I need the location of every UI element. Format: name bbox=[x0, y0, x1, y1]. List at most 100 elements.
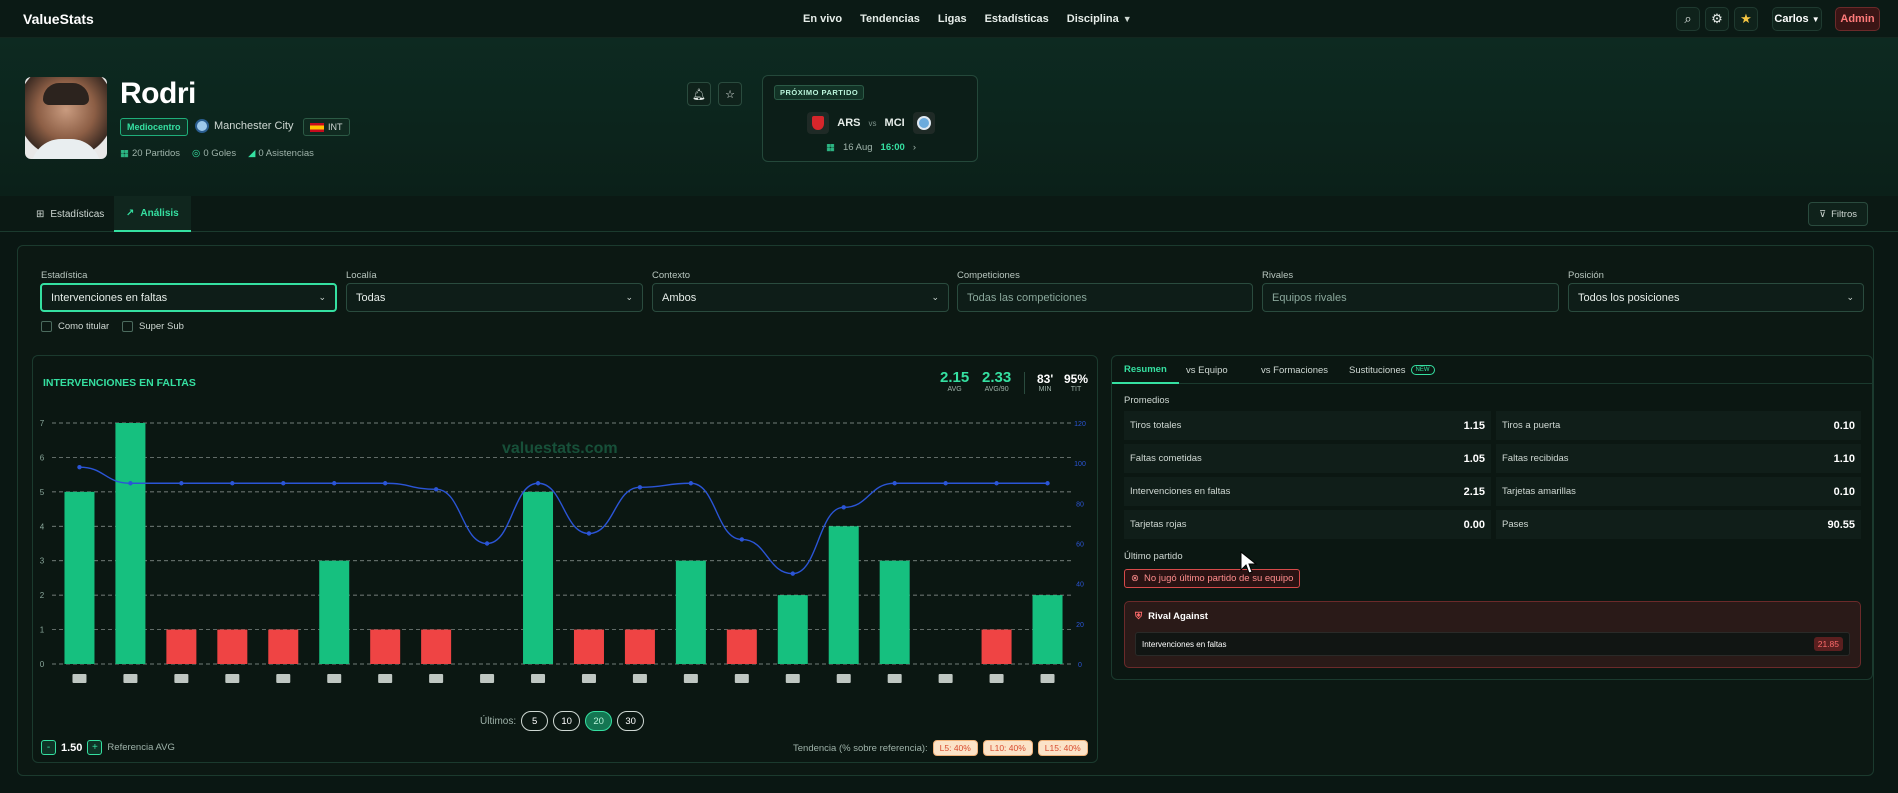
settings-button[interactable]: ⚙ bbox=[1705, 7, 1729, 31]
country-flag-icon bbox=[785, 674, 800, 683]
search-icon: ⌕ bbox=[1684, 11, 1692, 26]
tit-value: 95% bbox=[1064, 372, 1089, 386]
trend-point bbox=[688, 481, 694, 486]
goals-value: 0 Goles bbox=[203, 148, 237, 159]
tab-resumen[interactable]: Resumen bbox=[1112, 356, 1179, 384]
y-tick-label: 4 bbox=[40, 522, 45, 531]
search-button[interactable]: ⌕ bbox=[1676, 7, 1700, 31]
tendencia-l5: L5: 40% bbox=[932, 740, 978, 756]
ultimos-10[interactable]: 10 bbox=[553, 711, 581, 731]
trend-point bbox=[739, 537, 745, 542]
chart-title: INTERVENCIONES EN FALTAS bbox=[43, 377, 196, 389]
bar bbox=[217, 629, 248, 664]
match-time: 16:00 bbox=[880, 142, 905, 153]
country-flag-icon bbox=[734, 674, 749, 683]
trend-point bbox=[332, 481, 337, 486]
mancity-crest-icon bbox=[912, 112, 935, 134]
tit-label: TIT bbox=[1070, 386, 1082, 393]
filter-label-localia: Localía bbox=[346, 270, 377, 281]
ultimo-partido-heading: Último partido bbox=[1124, 551, 1183, 562]
admin-button[interactable]: Admin bbox=[1835, 7, 1880, 31]
avg90-kpi: 2.33 AVG/90 bbox=[982, 369, 1011, 393]
checkbox-box bbox=[41, 321, 52, 332]
player-summary: ▦ 20 Partidos ◎ 0 Goles ◢ 0 Asistencias bbox=[120, 148, 314, 159]
reference-decrease-button[interactable]: - bbox=[41, 740, 56, 755]
posicion-select[interactable]: Todos los posiciones ⌄ bbox=[1568, 283, 1864, 312]
average-label: Tarjetas rojas bbox=[1130, 519, 1187, 530]
user-menu-button[interactable]: Carlos ▼ bbox=[1772, 7, 1822, 31]
bar bbox=[64, 491, 95, 664]
super-sub-checkbox[interactable]: Super Sub bbox=[122, 321, 184, 332]
tab-analisis[interactable]: ↗ Análisis bbox=[114, 196, 191, 232]
estadistica-select[interactable]: Intervenciones en faltas ⌄ bbox=[40, 283, 337, 312]
nav-tendencias[interactable]: Tendencias bbox=[860, 13, 920, 25]
avg-kpi: 2.15 AVG bbox=[940, 369, 969, 393]
competiciones-input[interactable]: Todas las competiciones bbox=[957, 283, 1253, 312]
y-tick-label: 2 bbox=[40, 591, 45, 600]
favorite-player-button[interactable]: ☆ bbox=[718, 82, 742, 106]
spain-flag-icon bbox=[310, 122, 324, 132]
nav-estadisticas[interactable]: Estadísticas bbox=[985, 13, 1049, 25]
error-circle-icon: ⊗ bbox=[1131, 573, 1139, 584]
trend-point bbox=[281, 481, 286, 486]
country-flag-icon bbox=[123, 674, 138, 683]
average-value: 0.10 bbox=[1833, 485, 1855, 498]
notify-button[interactable]: 🔔︎ bbox=[687, 82, 711, 106]
grid-icon: ⊞ bbox=[36, 208, 45, 220]
y-tick-label: 6 bbox=[40, 453, 45, 462]
bar bbox=[573, 629, 604, 664]
bar bbox=[421, 629, 452, 664]
tendencia-row: Tendencia (% sobre referencia): L5: 40% … bbox=[793, 740, 1088, 756]
top-bar: ValueStats En vivo Tendencias Ligas Esta… bbox=[0, 0, 1898, 38]
average-label: Intervenciones en faltas bbox=[1130, 486, 1231, 497]
position-badge: Mediocentro bbox=[120, 118, 188, 136]
favorites-button[interactable]: ★ bbox=[1734, 7, 1758, 31]
ultimos-20[interactable]: 20 bbox=[585, 711, 613, 731]
tab-estadisticas[interactable]: ⊞ Estadísticas bbox=[24, 196, 116, 232]
tab-sustituciones[interactable]: Sustituciones NEW bbox=[1337, 356, 1447, 384]
trend-chart-icon: ↗ bbox=[126, 207, 135, 219]
country-flag-icon bbox=[327, 674, 342, 683]
bar bbox=[523, 491, 554, 664]
como-titular-checkbox[interactable]: Como titular bbox=[41, 321, 109, 332]
trend-point bbox=[637, 485, 643, 490]
y2-tick-label: 40 bbox=[1076, 582, 1084, 589]
matches-value: 20 Partidos bbox=[131, 148, 181, 159]
ultimos-30[interactable]: 30 bbox=[617, 711, 645, 731]
filter-label-estadistica: Estadística bbox=[41, 270, 88, 281]
estadistica-value: Intervenciones en faltas bbox=[51, 291, 168, 304]
rival-against-header: ⛨ Rival Against bbox=[1135, 611, 1208, 622]
nav-ligas[interactable]: Ligas bbox=[938, 13, 967, 25]
rivales-input[interactable]: Equipos rivales bbox=[1262, 283, 1559, 312]
app-logo[interactable]: ValueStats bbox=[23, 11, 94, 27]
goals-stat: ◎ 0 Goles bbox=[192, 148, 236, 159]
country-flag-icon bbox=[72, 674, 87, 683]
ultimos-5[interactable]: 5 bbox=[521, 711, 549, 731]
tendencia-label: Tendencia (% sobre referencia): bbox=[793, 742, 928, 754]
bell-icon: 🔔︎ bbox=[692, 88, 706, 101]
avg-value: 2.15 bbox=[940, 369, 970, 386]
average-value: 0.10 bbox=[1833, 419, 1855, 432]
nav-en-vivo[interactable]: En vivo bbox=[803, 13, 842, 25]
summary-tabs: Resumen vs Equipo vs Formaciones Sustitu… bbox=[1112, 356, 1872, 384]
tendencia-l10: L10: 40% bbox=[982, 740, 1033, 756]
average-value: 90.55 bbox=[1827, 518, 1855, 531]
tab-vs-equipo[interactable]: vs Equipo bbox=[1174, 356, 1240, 384]
main-nav: En vivo Tendencias Ligas Estadísticas Di… bbox=[803, 13, 1132, 25]
reference-increase-button[interactable]: + bbox=[87, 740, 103, 755]
avg-label: AVG bbox=[947, 386, 962, 393]
tab-vs-formaciones[interactable]: vs Formaciones bbox=[1249, 356, 1340, 384]
player-name: Rodri bbox=[120, 77, 196, 110]
team-name[interactable]: Manchester City bbox=[214, 120, 293, 132]
rival-stat-label: Intervenciones en faltas bbox=[1142, 639, 1227, 649]
new-badge: NEW bbox=[1410, 365, 1435, 375]
contexto-value: Ambos bbox=[662, 291, 697, 304]
arsenal-crest-icon bbox=[807, 112, 830, 134]
localia-select[interactable]: Todas ⌄ bbox=[346, 283, 643, 312]
filters-button[interactable]: ⊽ Filtros bbox=[1808, 202, 1868, 226]
average-row: Tarjetas rojas 0.00 bbox=[1124, 510, 1491, 540]
nav-disciplina[interactable]: Disciplina ▼ bbox=[1067, 13, 1132, 25]
min-kpi: 83' MIN bbox=[1037, 372, 1053, 393]
contexto-select[interactable]: Ambos ⌄ bbox=[652, 283, 949, 312]
next-match-card[interactable]: PRÓXIMO PARTIDO ARS vs MCI ▦ 16 Aug 16:0… bbox=[762, 75, 978, 162]
